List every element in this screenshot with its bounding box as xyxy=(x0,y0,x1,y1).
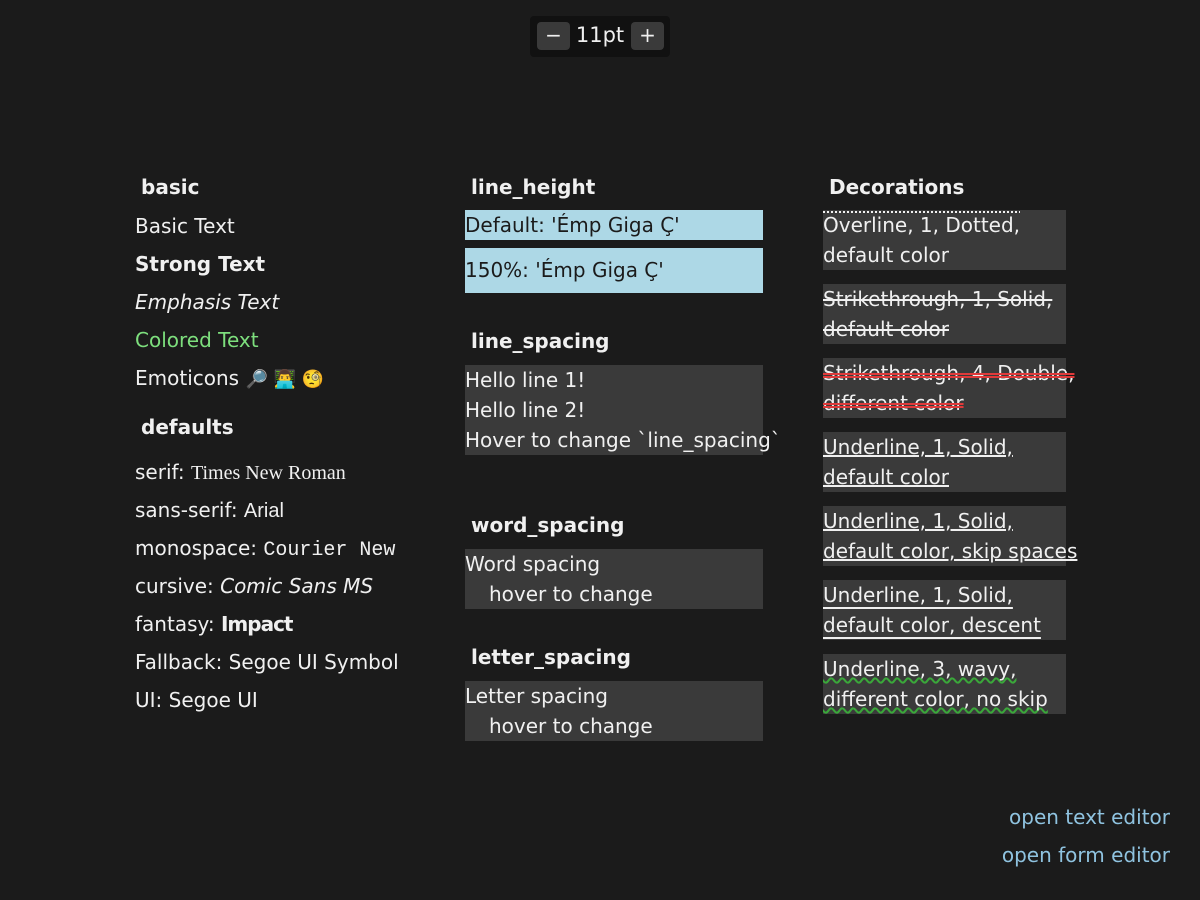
word-spacing-box[interactable]: Word spacing hover to change xyxy=(465,549,763,609)
sans-label: sans-serif: xyxy=(135,498,238,522)
decoration-line-2: different color, no skip xyxy=(823,687,1048,711)
emoticons-icons: 🔎 👨‍💻 🧐 xyxy=(245,369,325,390)
line-spacing-line-2: Hello line 2! xyxy=(465,398,586,422)
decoration-line-1: Underline, 1, Solid, xyxy=(823,435,1013,459)
decoration-line-2: default color xyxy=(823,243,949,267)
fallback-row: Fallback: Segoe UI Symbol xyxy=(135,643,399,681)
sans-value: Arial xyxy=(243,500,284,522)
letter-spacing-line-2: hover to change xyxy=(489,714,653,738)
basic-text: Basic Text xyxy=(135,214,235,238)
word-spacing-heading: word_spacing xyxy=(471,513,625,537)
decoration-underline-wavy: Underline, 3, wavy, different color, no … xyxy=(823,654,1066,714)
emphasis-text: Emphasis Text xyxy=(135,290,280,314)
mono-label: monospace: xyxy=(135,536,258,560)
line-spacing-heading: line_spacing xyxy=(471,329,610,353)
spacing-column: line_height Default: 'Émp Giga Ç' 150%: … xyxy=(465,169,781,741)
emoticons-label: Emoticons xyxy=(135,366,240,390)
fallback-label: Fallback: xyxy=(135,650,223,674)
decoration-line-1: Overline, 1, Dotted, xyxy=(823,213,1021,237)
line-spacing-line-3: Hover to change `line_spacing` xyxy=(465,428,781,452)
fantasy-label: fantasy: xyxy=(135,612,215,636)
line-height-default-box: Default: 'Émp Giga Ç' xyxy=(465,210,763,240)
open-text-editor-link[interactable]: open text editor xyxy=(1009,805,1170,829)
decoration-underline-skip-spaces: Underline, 1, Solid, default color, skip… xyxy=(823,506,1077,566)
line-height-150-box: 150%: 'Émp Giga Ç' xyxy=(465,248,763,293)
serif-value: Times New Roman xyxy=(190,462,346,484)
decoration-overline-dotted: Overline, 1, Dotted, default color xyxy=(823,210,1066,270)
serif-label: serif: xyxy=(135,460,185,484)
decoration-strikethrough-solid: Strikethrough, 1, Solid, default color xyxy=(823,284,1066,344)
decoration-line-2: different color xyxy=(823,391,964,415)
cursive-value: Comic Sans MS xyxy=(220,574,374,598)
zoom-in-button[interactable]: + xyxy=(631,22,664,50)
strong-text: Strong Text xyxy=(135,252,266,276)
decoration-line-1: Strikethrough, 1, Solid, xyxy=(823,287,1053,311)
line-height-heading: line_height xyxy=(471,175,596,199)
word-spacing-line-1: Word spacing xyxy=(465,552,601,576)
zoom-value: 11pt xyxy=(575,23,625,47)
decoration-line-1: Underline, 3, wavy, xyxy=(823,657,1017,681)
decorations-column: Decorations Overline, 1, Dotted, default… xyxy=(823,169,1077,728)
fantasy-row: fantasy: Impact xyxy=(135,605,399,643)
ui-label: UI: xyxy=(135,688,163,712)
letter-spacing-heading: letter_spacing xyxy=(471,645,631,669)
emoticons-row: Emoticons 🔎 👨‍💻 🧐 xyxy=(135,359,399,397)
line-spacing-box[interactable]: Hello line 1! Hello line 2! Hover to cha… xyxy=(465,365,781,455)
decoration-line-1: Strikethrough, 4, Double, xyxy=(823,361,1075,385)
open-form-editor-link[interactable]: open form editor xyxy=(1002,843,1170,867)
serif-row: serif: Times New Roman xyxy=(135,453,399,491)
decoration-underline-descent: Underline, 1, Solid, default color, desc… xyxy=(823,580,1066,640)
line-spacing-line-1: Hello line 1! xyxy=(465,368,586,392)
defaults-heading: defaults xyxy=(141,415,234,439)
basic-heading: basic xyxy=(141,175,200,199)
fantasy-value: Impact xyxy=(220,612,294,636)
mono-value: Courier New xyxy=(263,539,396,562)
word-spacing-line-2: hover to change xyxy=(489,582,653,606)
letter-spacing-line-1: Letter spacing xyxy=(465,684,608,708)
letter-spacing-box[interactable]: Letter spacing hover to change xyxy=(465,681,763,741)
decoration-line-2: default color, skip spaces xyxy=(823,539,1078,563)
fallback-value: Segoe UI Symbol xyxy=(228,650,399,674)
decoration-line-2: default color xyxy=(823,465,949,489)
mono-row: monospace: Courier New xyxy=(135,529,399,567)
decorations-heading: Decorations xyxy=(829,175,965,199)
zoom-control: − 11pt + xyxy=(530,16,670,57)
cursive-label: cursive: xyxy=(135,574,214,598)
sans-row: sans-serif: Arial xyxy=(135,491,399,529)
decoration-line-1: Underline, 1, Solid, xyxy=(823,509,1013,533)
colored-text: Colored Text xyxy=(135,328,259,352)
decoration-strikethrough-double: Strikethrough, 4, Double, different colo… xyxy=(823,358,1074,418)
decoration-line-1: Underline, 1, Solid, xyxy=(823,583,1013,607)
cursive-row: cursive: Comic Sans MS xyxy=(135,567,399,605)
ui-value: Segoe UI xyxy=(168,688,258,712)
decoration-line-2: default color, descent xyxy=(823,613,1041,637)
decoration-underline-solid: Underline, 1, Solid, default color xyxy=(823,432,1066,492)
ui-row: UI: Segoe UI xyxy=(135,681,399,719)
basic-column: basic Basic Text Strong Text Emphasis Te… xyxy=(135,169,399,719)
zoom-out-button[interactable]: − xyxy=(537,22,570,50)
decoration-line-2: default color xyxy=(823,317,949,341)
